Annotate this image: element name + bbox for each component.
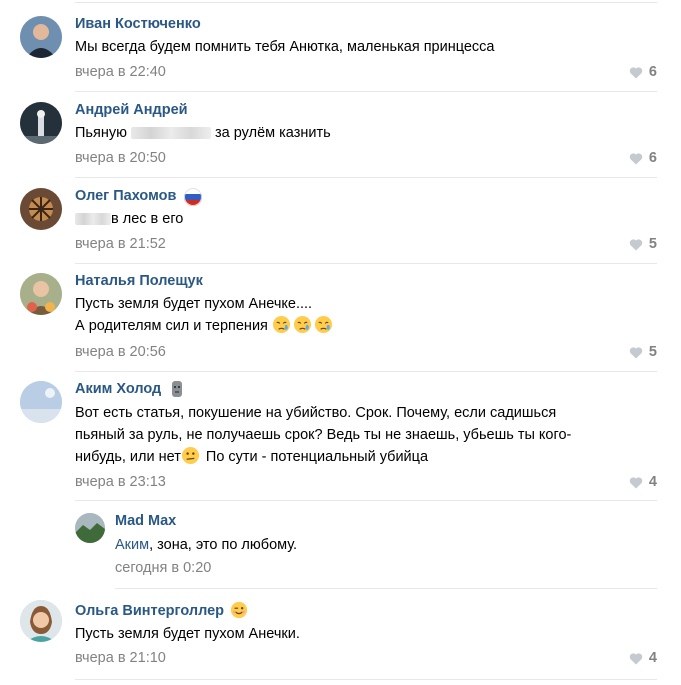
divider [75, 371, 657, 372]
comment-text: Мы всегда будем помнить тебя Анютка, мал… [75, 36, 495, 58]
heart-icon [629, 66, 643, 79]
comment-date[interactable]: вчера в 21:10 [75, 650, 166, 666]
divider [115, 588, 657, 589]
heart-icon [629, 652, 643, 665]
like-count: 4 [648, 650, 657, 666]
comment-text: Пусть земля будет пухом Анечке.... А род… [75, 293, 335, 337]
author-name[interactable]: Иван Костюченко [75, 16, 201, 32]
comment-line: Пусть земля будет пухом Анечке.... [75, 296, 313, 312]
divider [75, 500, 657, 501]
comment-text-part: , зона, это по любому. [149, 537, 298, 553]
comment-text-part: Пьяную [75, 125, 127, 141]
heart-icon [629, 476, 643, 489]
comment-date[interactable]: вчера в 20:56 [75, 344, 166, 360]
author-name[interactable]: Аким Холод [75, 381, 161, 397]
author-name[interactable]: Андрей Андрей [75, 102, 188, 118]
cry-emoji [272, 315, 290, 334]
comment-text: Вот есть статья, покушение на убийство. … [75, 402, 571, 468]
comment-line: Вот есть статья, покушение на убийство. … [75, 405, 557, 421]
confused-emoji [181, 446, 199, 465]
wink-emoji [230, 601, 248, 619]
like-button[interactable]: 5 [629, 344, 657, 360]
censored-text [131, 127, 211, 140]
reply-to-link[interactable]: Аким [115, 537, 149, 553]
author-name[interactable]: Олег Пахомов [75, 188, 176, 204]
comment-line: Мы всегда будем помнить тебя Анютка, мал… [75, 39, 495, 55]
author-name[interactable]: Наталья Полещук [75, 273, 203, 289]
divider [75, 263, 657, 264]
like-button[interactable]: 6 [629, 64, 657, 80]
top-divider [75, 2, 657, 3]
heart-icon [629, 346, 643, 359]
heart-icon [629, 152, 643, 165]
avatar[interactable] [20, 16, 62, 58]
like-button[interactable]: 6 [629, 150, 657, 166]
heart-icon [629, 238, 643, 251]
like-count: 5 [648, 236, 657, 252]
comment-line: Пусть земля будет пухом Анечки. [75, 626, 300, 642]
avatar[interactable] [20, 188, 62, 230]
comment-date[interactable]: вчера в 21:52 [75, 236, 166, 252]
avatar[interactable] [75, 513, 105, 543]
like-count: 4 [648, 474, 657, 490]
comments-section: Иван Костюченко Мы всегда будем помнить … [0, 0, 681, 685]
comment-text: Аким, зона, это по любому. [115, 534, 297, 556]
russia-flag-icon [184, 188, 202, 206]
comment-date[interactable]: вчера в 22:40 [75, 64, 166, 80]
comment-date[interactable]: вчера в 20:50 [75, 150, 166, 166]
avatar[interactable] [20, 600, 62, 642]
divider [75, 177, 657, 178]
comment-line: По сути - потенциальный убийца [205, 449, 429, 465]
avatar[interactable] [20, 102, 62, 144]
like-count: 6 [648, 150, 657, 166]
like-button[interactable]: 5 [629, 236, 657, 252]
like-button[interactable]: 4 [629, 650, 657, 666]
comment-line: пьяный за руль, не получаешь срок? Ведь … [75, 427, 572, 443]
comment-line: нибудь, или нет [75, 449, 181, 465]
comment-line: А родителям сил и терпения [75, 318, 268, 334]
cry-emoji [293, 315, 311, 334]
comment-text: Пьяную за рулём казнить [75, 122, 331, 144]
like-count: 6 [648, 64, 657, 80]
comment-text-part: в лес в его [111, 211, 184, 227]
comment-text: Пусть земля будет пухом Анечки. [75, 623, 300, 645]
author-name[interactable]: Mad Max [115, 513, 176, 529]
author-name[interactable]: Ольга Винтерголлер [75, 603, 224, 619]
comment-text-part: за рулём казнить [215, 125, 331, 141]
moai-emoji [172, 381, 182, 397]
comment-line-with-emoji: А родителям сил и терпения [75, 315, 335, 337]
avatar[interactable] [20, 273, 62, 315]
comment-date[interactable]: вчера в 23:13 [75, 474, 166, 490]
like-count: 5 [648, 344, 657, 360]
comment-date[interactable]: сегодня в 0:20 [115, 560, 211, 576]
comment-text: в лес в его [75, 208, 183, 230]
cry-emoji [314, 315, 332, 334]
comment-line-with-emoji: нибудь, или нет По сути - потенциальный … [75, 446, 571, 468]
divider [75, 679, 657, 680]
divider [75, 91, 657, 92]
avatar[interactable] [20, 381, 62, 423]
like-button[interactable]: 4 [629, 474, 657, 490]
censored-text [75, 213, 111, 226]
